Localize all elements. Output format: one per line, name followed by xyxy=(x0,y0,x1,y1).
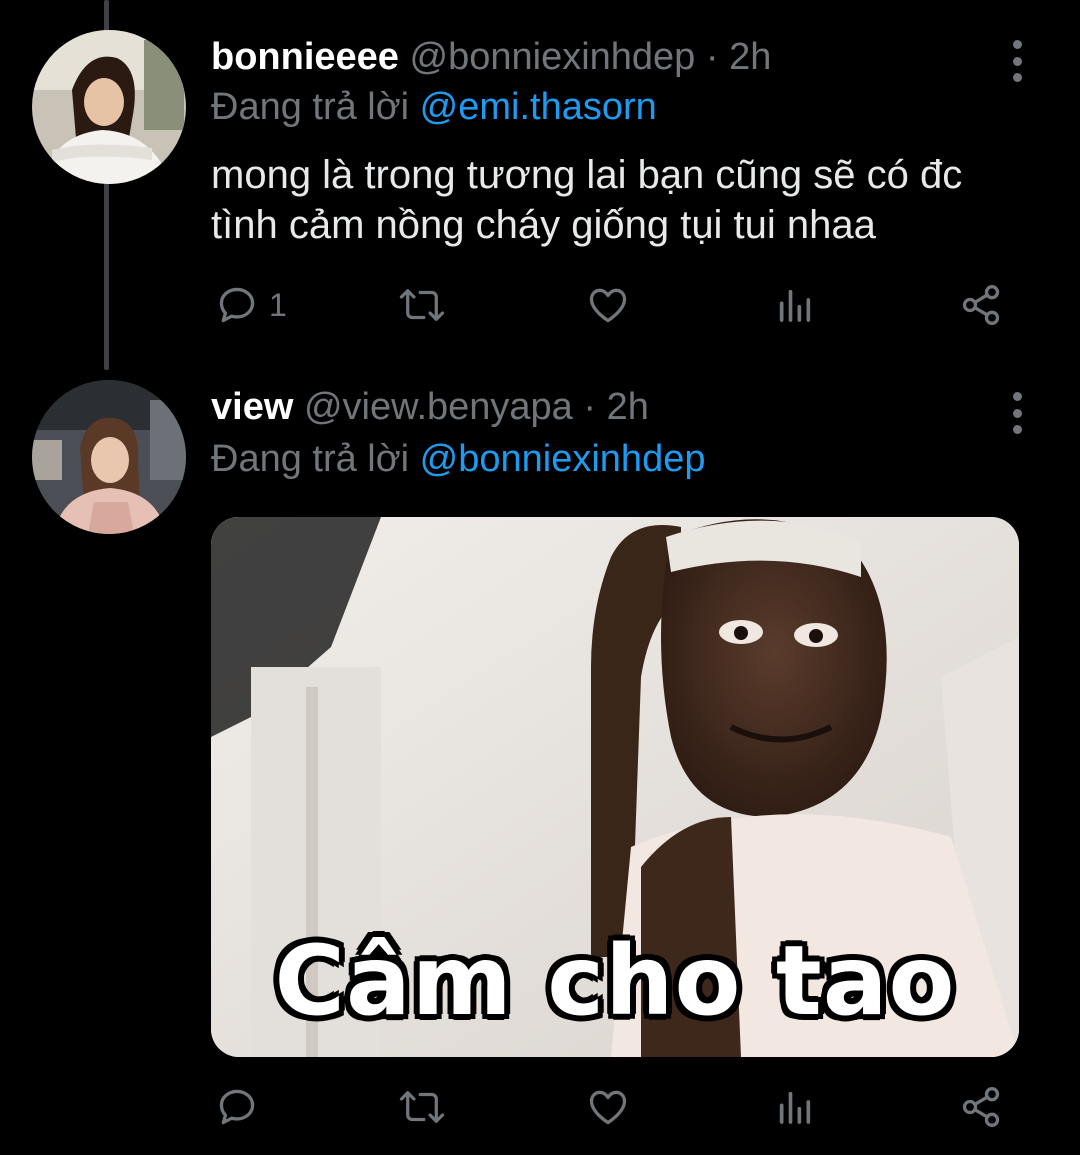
heart-icon xyxy=(589,288,627,323)
retweet-icon xyxy=(399,1091,445,1123)
analytics-button[interactable] xyxy=(775,1082,815,1132)
timestamp[interactable]: 2h xyxy=(607,386,649,428)
share-icon xyxy=(962,1087,1000,1127)
reply-button[interactable] xyxy=(215,1082,259,1132)
replying-to-label: Đang trả lời xyxy=(211,86,410,128)
avatar-woman-pink-top xyxy=(32,380,186,534)
avatar[interactable] xyxy=(32,380,186,534)
handle[interactable]: @bonniexinhdep xyxy=(410,36,696,78)
avatar-woman-white-top xyxy=(32,30,186,184)
avatar[interactable] xyxy=(32,30,186,184)
more-vertical-icon[interactable] xyxy=(1000,36,1034,86)
tweet-media-image[interactable]: Câm cho tao xyxy=(211,517,1019,1057)
reply-icon xyxy=(219,287,255,323)
analytics-icon xyxy=(779,1091,811,1124)
retweet-icon xyxy=(399,289,445,321)
tweet-text: mong là trong tương lai bạn cũng sẽ có đ… xyxy=(211,150,1031,250)
reply-mention[interactable]: @emi.thasorn xyxy=(420,86,657,128)
separator-dot: · xyxy=(705,36,719,78)
reply-button[interactable]: 1 xyxy=(215,280,287,330)
tweet-actions: 1 xyxy=(211,280,1011,330)
tweet-header: view @view.benyapa · 2h xyxy=(211,384,649,430)
more-vertical-icon[interactable] xyxy=(1000,388,1034,438)
like-button[interactable] xyxy=(585,1082,631,1132)
share-button[interactable] xyxy=(959,1082,1003,1132)
reply-icon xyxy=(219,1089,255,1125)
timestamp[interactable]: 2h xyxy=(729,36,771,78)
tweet-actions xyxy=(211,1082,1011,1132)
replying-to: Đang trả lời @bonniexinhdep xyxy=(211,436,705,482)
retweet-button[interactable] xyxy=(397,1082,447,1132)
separator-dot: · xyxy=(583,386,597,428)
reply-count: 1 xyxy=(269,286,287,323)
tweet-header: bonnieeee @bonniexinhdep · 2h xyxy=(211,34,771,80)
meme-caption: Câm cho tao xyxy=(274,925,956,1037)
display-name[interactable]: bonnieeee xyxy=(211,36,399,78)
tweet-bonnieeee[interactable]: bonnieeee @bonniexinhdep · 2h Đang trả l… xyxy=(0,0,1080,370)
tweet-text-line: mong là trong tương lai bạn cũng sẽ có đ… xyxy=(211,153,963,197)
reply-mention[interactable]: @bonniexinhdep xyxy=(420,438,706,480)
handle[interactable]: @view.benyapa xyxy=(304,386,573,428)
replying-to-label: Đang trả lời xyxy=(211,438,410,480)
analytics-button[interactable] xyxy=(775,280,815,330)
share-icon xyxy=(962,285,1000,325)
tweet-text-line: tình cảm nồng cháy giống tụi tui nhaa xyxy=(211,203,876,247)
display-name[interactable]: view xyxy=(211,386,293,428)
replying-to: Đang trả lời @emi.thasorn xyxy=(211,84,657,130)
retweet-button[interactable] xyxy=(397,280,447,330)
analytics-icon xyxy=(779,289,811,322)
share-button[interactable] xyxy=(959,280,1003,330)
like-button[interactable] xyxy=(585,280,631,330)
heart-icon xyxy=(589,1090,627,1125)
